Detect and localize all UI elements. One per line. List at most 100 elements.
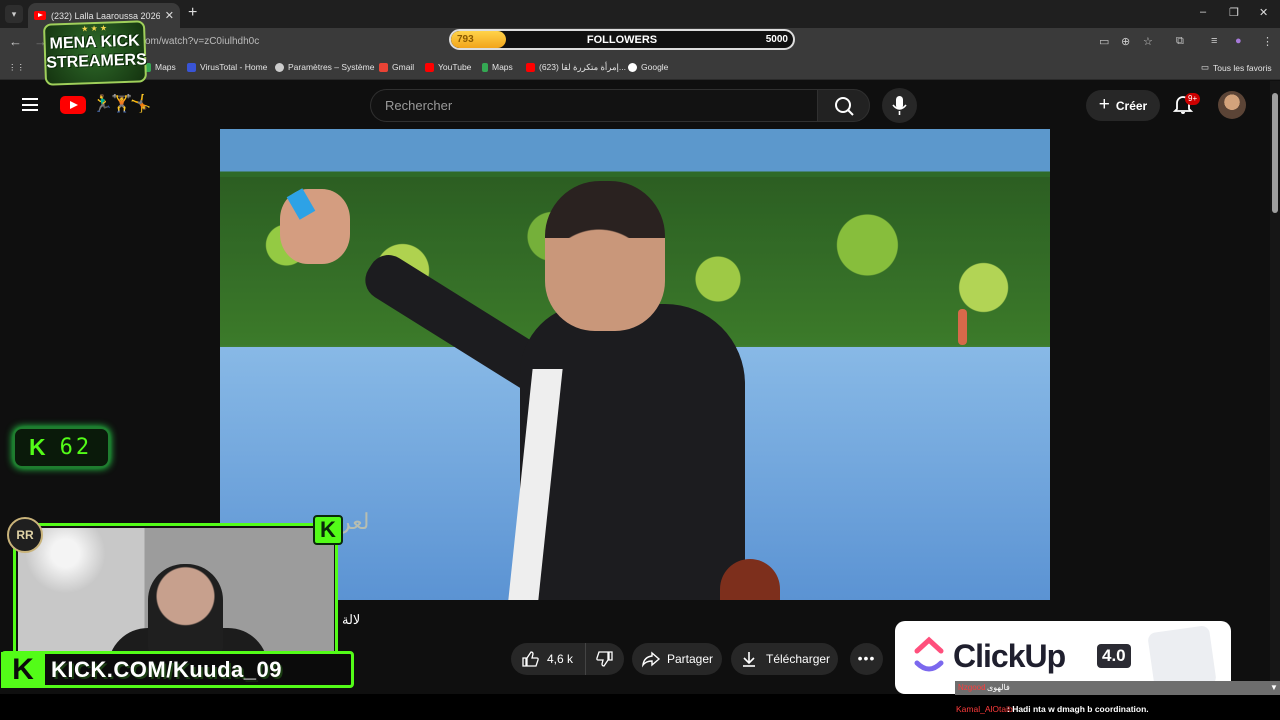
- youtube-header: 🏃‍♂️🏋️🤸 Rechercher + Créer 9+: [0, 81, 1270, 129]
- back-arrow-icon[interactable]: ←: [9, 34, 22, 49]
- kick-viewer-counter: K 62: [13, 427, 110, 468]
- microphone-icon: [892, 96, 907, 115]
- browser-menu-icon[interactable]: ⋮: [1262, 35, 1273, 48]
- bookmark-label: Maps: [155, 62, 176, 72]
- bookmark-label: Google: [641, 62, 669, 72]
- chat-username: Kamal_AlOtaibi: [956, 704, 1015, 714]
- address-bar[interactable]: om/watch?v=zC0iulhdh0c: [145, 36, 259, 47]
- bookmark-label: Paramètres – Système: [288, 62, 375, 72]
- video-red-object: [958, 309, 967, 345]
- thumbs-up-icon: [522, 651, 539, 667]
- bookmark-label: Gmail: [392, 62, 415, 72]
- chat-scroll-down-icon[interactable]: ▼: [1270, 683, 1278, 692]
- tab-search-button[interactable]: ▾: [5, 5, 23, 23]
- kick-channel-banner: K KICK.COM/Kuuda_09: [1, 651, 354, 688]
- share-arrow-icon: [641, 651, 661, 668]
- close-window-button[interactable]: ✕: [1259, 6, 1268, 19]
- bookmarks-bar: ⋮⋮ Maps VirusTotal - Home Paramètres – S…: [0, 56, 1280, 80]
- webcam-person-head: [148, 564, 223, 654]
- page-scrollbar-thumb[interactable]: [1272, 93, 1278, 213]
- streamer-logo-icon: RR: [7, 517, 43, 553]
- account-avatar[interactable]: [1218, 91, 1246, 119]
- bookmark-star-icon[interactable]: ☆: [1143, 35, 1153, 48]
- zoom-icon[interactable]: ⊕: [1121, 35, 1130, 48]
- youtube-icon: [425, 62, 434, 72]
- video-player[interactable]: لعر: [220, 129, 1050, 600]
- followers-goal-bar: 793 FOLLOWERS 5000: [449, 29, 795, 50]
- reading-list-icon[interactable]: ≡: [1211, 35, 1217, 47]
- download-label: Télécharger: [766, 652, 831, 666]
- kick-logo-icon: K: [29, 434, 46, 460]
- bookmark-label: YouTube: [438, 62, 472, 72]
- clickup-logo-icon: [914, 636, 944, 672]
- dislike-button[interactable]: [586, 643, 624, 675]
- bookmark-gmail[interactable]: Gmail: [379, 62, 414, 72]
- apps-grid-icon[interactable]: ⋮⋮: [8, 62, 25, 73]
- bookmark-google[interactable]: Google: [628, 62, 668, 72]
- minimize-button[interactable]: –: [1200, 6, 1206, 18]
- mena-kick-streamers-badge: ★ ★ ★ MENA KICK STREAMERS: [42, 20, 148, 86]
- ad-version-badge: 4.0: [1097, 644, 1131, 668]
- channel-watermark: لعر: [340, 509, 370, 534]
- viewer-count: 62: [59, 435, 93, 460]
- bookmark-label: (623) إمرأة متكررة لقا...: [539, 62, 626, 72]
- like-count: 4,6 k: [547, 652, 574, 666]
- kick-banner-logo-icon: K: [1, 651, 45, 688]
- search-placeholder: Rechercher: [385, 98, 453, 113]
- bookmark-youtube[interactable]: YouTube: [425, 62, 471, 72]
- like-dislike-group: 4,6 k: [511, 643, 624, 675]
- gmail-icon: [379, 62, 388, 72]
- bookmark-parametres[interactable]: Paramètres – Système: [275, 62, 374, 72]
- bookmark-label: Tous les favoris: [1213, 62, 1272, 73]
- virustotal-icon: [187, 62, 196, 72]
- bookmark-arabic-video[interactable]: (623) إمرأة متكررة لقا...: [526, 62, 626, 73]
- voice-search-button[interactable]: [882, 88, 917, 123]
- followers-goal: 5000: [765, 34, 788, 45]
- more-actions-button[interactable]: •••: [850, 643, 883, 675]
- chat-message-text: فالهوى: [987, 683, 1010, 692]
- cast-icon[interactable]: ▭: [1099, 35, 1109, 48]
- google-icon: [628, 62, 637, 72]
- bookmark-label: VirusTotal - Home: [200, 62, 268, 72]
- create-button[interactable]: + Créer: [1086, 90, 1160, 121]
- search-icon: [835, 97, 854, 116]
- tab-title: (232) Lalla Laaroussa 2026 Prim: [51, 10, 160, 21]
- download-button[interactable]: Télécharger: [731, 643, 838, 675]
- all-bookmarks-folder[interactable]: ▭ Tous les favoris: [1201, 62, 1272, 73]
- new-tab-button[interactable]: +: [188, 4, 197, 22]
- kick-corner-icon: K: [313, 515, 343, 545]
- share-label: Partager: [667, 652, 714, 666]
- youtube-icon: [526, 63, 535, 72]
- followers-label: FOLLOWERS: [586, 34, 658, 46]
- thumbs-down-icon: [596, 651, 613, 667]
- plus-icon: +: [1098, 93, 1110, 115]
- search-input[interactable]: Rechercher: [370, 89, 817, 122]
- maps-icon: [482, 62, 488, 72]
- restore-button[interactable]: ❐: [1229, 6, 1239, 19]
- share-button[interactable]: Partager: [632, 643, 722, 675]
- download-icon: [743, 652, 755, 667]
- youtube-logo-icon[interactable]: [60, 96, 86, 114]
- gear-icon: [275, 62, 284, 72]
- youtube-favicon-icon: [34, 11, 46, 20]
- tab-close-icon[interactable]: ✕: [165, 9, 174, 22]
- extensions-icon[interactable]: ⧉: [1176, 35, 1184, 48]
- screen: ▾ (232) Lalla Laaroussa 2026 Prim ✕ + – …: [0, 0, 1280, 720]
- bookmark-label: Maps: [492, 62, 513, 72]
- browser-tab-strip: ▾ (232) Lalla Laaroussa 2026 Prim ✕ + – …: [0, 0, 1280, 28]
- webcam-feed: [18, 528, 334, 654]
- kick-channel-url: KICK.COM/Kuuda_09: [51, 656, 282, 682]
- menu-hamburger-icon[interactable]: [22, 98, 38, 111]
- chat-message-text: : Hadi nta w dmagh b coordination.: [1007, 704, 1149, 714]
- search-button[interactable]: [817, 89, 870, 122]
- chat-username: Nzgood: [958, 683, 986, 692]
- notification-count-badge: 9+: [1185, 93, 1201, 105]
- bookmark-maps-2[interactable]: Maps: [482, 62, 513, 72]
- ad-brand-name: ClickUp: [953, 638, 1066, 674]
- folder-icon: ▭: [1201, 62, 1210, 72]
- youtube-doodle-icon[interactable]: 🏃‍♂️🏋️🤸: [92, 94, 151, 114]
- like-button[interactable]: 4,6 k: [511, 643, 586, 675]
- profile-icon[interactable]: ●: [1235, 35, 1242, 47]
- bookmark-maps[interactable]: Maps: [145, 62, 176, 72]
- bookmark-virustotal[interactable]: VirusTotal - Home: [187, 62, 267, 72]
